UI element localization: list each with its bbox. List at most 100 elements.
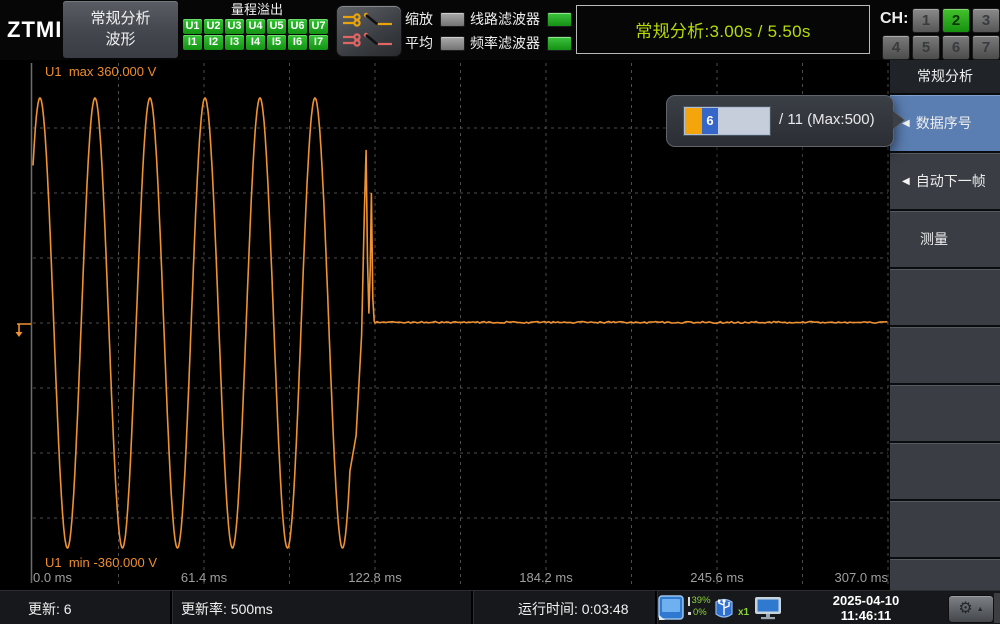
up-triangle-icon: ▲ (977, 606, 984, 613)
u1-min-label: U1 min -360.000 V (45, 555, 157, 570)
bar-endcap (994, 593, 1000, 623)
menu-header: 常规分析 (890, 60, 1000, 93)
overflow-badge-i2: I2 (204, 35, 223, 50)
wiring-diagram-button[interactable] (336, 5, 402, 57)
menu-item-empty (890, 327, 1000, 383)
overflow-badge-i6: I6 (288, 35, 307, 50)
zoom-indicator[interactable] (440, 12, 465, 27)
u1-max-label: U1 max 360.000 V (45, 64, 156, 79)
range-overflow-panel: 量程溢出 U1 U2 U3 U4 U5 U6 U7 I1 I2 I3 I4 I5… (181, 0, 333, 60)
range-overflow-title: 量程溢出 (181, 0, 333, 18)
data-index-range-text: / 11 (Max:500) (779, 111, 875, 128)
x-tick-label: 245.6 ms (690, 570, 743, 585)
power-analyzer-screen: ZTMI 常规分析 波形 量程溢出 U1 U2 U3 U4 U5 U6 U7 I… (0, 0, 1000, 624)
overflow-badge-u2: U2 (204, 19, 223, 34)
datetime: 2025-04-10 11:46:11 (790, 593, 942, 623)
u1-zero-marker (17, 324, 31, 332)
channel-button-4[interactable]: 4 (882, 35, 910, 60)
filter-row-2: 平均 频率滤波器 (405, 33, 572, 53)
freq-filter-indicator[interactable] (547, 36, 572, 51)
menu-item-empty (890, 501, 1000, 557)
update-count: 更新: 6 (28, 599, 72, 619)
usb-count: x1 (738, 607, 749, 618)
settings-button[interactable]: ⚙ ▲ (948, 595, 994, 623)
line-filter-label: 线路滤波器 (470, 9, 542, 29)
date-text: 2025-04-10 (790, 593, 942, 608)
menu-item-empty (890, 443, 1000, 499)
overflow-badge-u1: U1 (183, 19, 202, 34)
menu-item-auto-next-frame[interactable]: ◀ 自动下一帧 (890, 153, 1000, 209)
line-filter-indicator[interactable] (547, 12, 572, 27)
menu-item-measure[interactable]: 测量 (890, 211, 1000, 267)
channel-button-7[interactable]: 7 (972, 35, 1000, 60)
x-tick-label: 184.2 ms (519, 570, 572, 585)
channel-button-6[interactable]: 6 (942, 35, 970, 60)
gear-icon: ⚙ (958, 601, 972, 617)
popup-pointer (893, 111, 904, 129)
current-overflow-row: I1 I2 I3 I4 I5 I6 I7 (181, 35, 333, 50)
freq-filter-label: 频率滤波器 (470, 33, 542, 53)
brand-logo: ZTMI (7, 17, 61, 43)
menu-item-empty (890, 385, 1000, 441)
zoom-label: 缩放 (405, 9, 435, 29)
overflow-badge-i1: I1 (183, 35, 202, 50)
average-label: 平均 (405, 33, 435, 53)
mode-tab-line2: 波形 (63, 29, 178, 51)
x-tick-label: 122.8 ms (348, 570, 401, 585)
status-bar: 更新: 6 更新率: 500ms 运行时间: 0:03:48 39% 0% x1 (0, 590, 1000, 624)
overflow-badge-i5: I5 (267, 35, 286, 50)
tab-normal-analysis-waveform[interactable]: 常规分析 波形 (63, 1, 178, 58)
channel-button-2[interactable]: 2 (942, 8, 970, 33)
overflow-badge-i3: I3 (225, 35, 244, 50)
overflow-badge-u4: U4 (246, 19, 265, 34)
run-time: 运行时间: 0:03:48 (518, 599, 629, 619)
channel-button-1[interactable]: 1 (912, 8, 940, 33)
overflow-badge-i7: I7 (309, 35, 328, 50)
left-triangle-icon: ◀ (902, 176, 910, 187)
menu-item-label: 数据序号 (916, 113, 972, 133)
spinbox-handle[interactable] (685, 108, 702, 134)
wiring-diagram-icon (337, 6, 399, 54)
data-index-input[interactable]: 6 (684, 107, 770, 135)
media-bar-icon (688, 597, 690, 606)
right-menu: 常规分析 ◀ 数据序号 ◀ 自动下一帧 测量 (890, 60, 1000, 590)
average-indicator[interactable] (440, 36, 465, 51)
channel-button-3[interactable]: 3 (972, 8, 1000, 33)
data-index-popup: 6 / 11 (Max:500) (666, 95, 894, 147)
analysis-status-box: 常规分析:3.00s / 5.50s (576, 5, 870, 54)
overflow-badge-u5: U5 (267, 19, 286, 34)
network-monitor-icon[interactable] (753, 596, 783, 620)
time-text: 11:46:11 (790, 608, 942, 623)
voltage-overflow-row: U1 U2 U3 U4 U5 U6 U7 (181, 19, 333, 34)
media-pct-2: 0% (693, 607, 707, 619)
storage-media-icon[interactable] (658, 595, 685, 621)
data-index-value: 6 (702, 108, 718, 134)
update-rate: 更新率: 500ms (181, 599, 273, 619)
divider (170, 591, 172, 624)
media-pct-1: 39% (692, 595, 711, 607)
analysis-status-text: 常规分析:3.00s / 5.50s (635, 17, 810, 42)
media-dot-icon (688, 612, 691, 615)
divider (471, 591, 473, 624)
overflow-badge-u3: U3 (225, 19, 244, 34)
menu-item-label: 测量 (920, 229, 948, 249)
menu-item-empty (890, 559, 1000, 590)
channel-label: CH: (880, 10, 908, 28)
x-tick-label: 0.0 ms (33, 570, 72, 585)
filter-row-1: 缩放 线路滤波器 (405, 9, 572, 29)
channel-button-5[interactable]: 5 (912, 35, 940, 60)
x-tick-label: 307.0 ms (835, 570, 888, 585)
top-bar: ZTMI 常规分析 波形 量程溢出 U1 U2 U3 U4 U5 U6 U7 I… (0, 0, 1000, 62)
usb-icon[interactable] (712, 595, 736, 620)
x-tick-label: 61.4 ms (181, 570, 227, 585)
menu-item-data-index[interactable]: ◀ 数据序号 (890, 95, 1000, 151)
mode-tab-line1: 常规分析 (63, 9, 178, 29)
overflow-badge-u7: U7 (309, 19, 328, 34)
menu-item-empty (890, 269, 1000, 325)
overflow-badge-u6: U6 (288, 19, 307, 34)
channel-selector: CH: 1 2 3 4 5 6 7 (878, 0, 1000, 60)
media-usage: 39% 0% (688, 595, 711, 619)
menu-item-label: 自动下一帧 (916, 171, 986, 191)
divider (655, 591, 657, 624)
overflow-badge-i4: I4 (246, 35, 265, 50)
